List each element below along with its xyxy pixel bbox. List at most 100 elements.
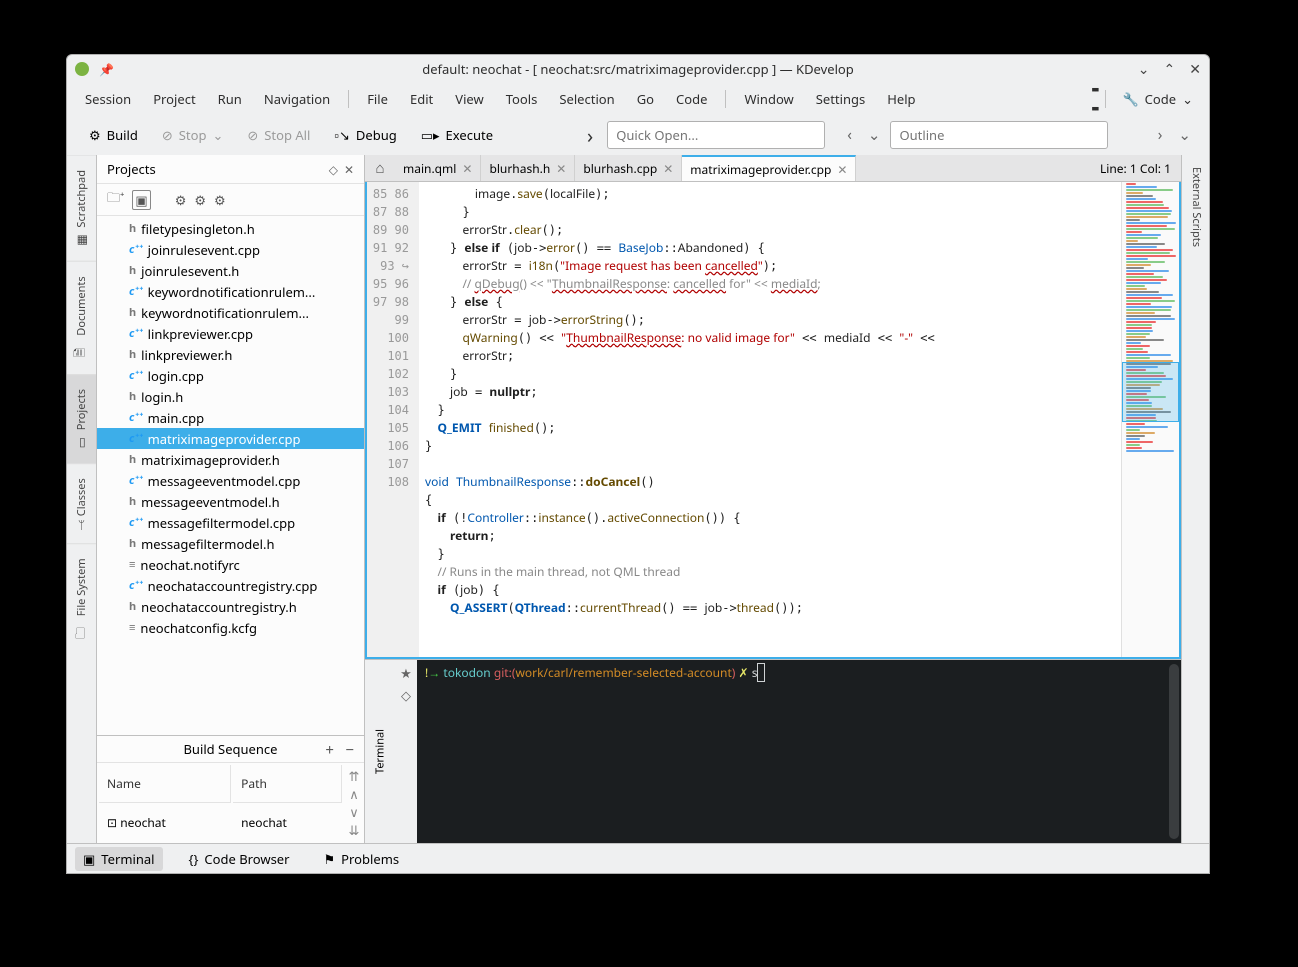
- tree-icon[interactable]: 🗀⁺: [107, 188, 124, 211]
- terminal-tab-label[interactable]: Terminal: [365, 660, 395, 843]
- panel-close-icon[interactable]: ✕: [344, 161, 354, 178]
- close-tab-icon[interactable]: ✕: [663, 160, 673, 177]
- minimap-viewport[interactable]: [1122, 362, 1179, 422]
- move-top-icon[interactable]: ⇈: [349, 767, 360, 785]
- menu-settings[interactable]: Settings: [806, 86, 875, 112]
- apps-icon[interactable]: ▪▪▪▪: [1092, 80, 1098, 118]
- tab-home-icon[interactable]: ⌂: [365, 155, 395, 181]
- file-row[interactable]: c⁺⁺neochataccountregistry.cpp: [97, 575, 364, 596]
- bottom-tab-terminal[interactable]: ▣Terminal: [75, 847, 163, 871]
- file-row[interactable]: c⁺⁺linkpreviewer.cpp: [97, 323, 364, 344]
- close-tab-icon[interactable]: ✕: [837, 161, 847, 178]
- file-row[interactable]: ≡neochatconfig.kcfg: [97, 617, 364, 638]
- code-mode-button[interactable]: 🔧 Code ⌄: [1114, 86, 1201, 112]
- menu-navigation[interactable]: Navigation: [254, 86, 340, 112]
- close-tab-icon[interactable]: ✕: [556, 160, 566, 177]
- build-button[interactable]: ⚙Build: [79, 122, 148, 148]
- move-up-icon[interactable]: ∧: [349, 785, 359, 803]
- file-row[interactable]: hmessagefiltermodel.h: [97, 533, 364, 554]
- cpp-file-icon: c⁺⁺: [129, 242, 143, 257]
- file-row[interactable]: hlogin.h: [97, 386, 364, 407]
- move-down-icon[interactable]: ∨: [349, 803, 359, 821]
- stop-button[interactable]: ⊘Stop ⌄: [152, 122, 234, 148]
- terminal[interactable]: !→ tokodon git:(work/carl/remember-selec…: [417, 660, 1181, 843]
- execute-button[interactable]: ▭▸Execute: [411, 122, 503, 148]
- menu-go[interactable]: Go: [627, 86, 664, 112]
- remove-button[interactable]: −: [345, 740, 354, 760]
- tab-projects[interactable]: ▭Projects: [67, 374, 96, 463]
- file-row[interactable]: hjoinrulesevent.h: [97, 260, 364, 281]
- file-row[interactable]: hfiletypesingleton.h: [97, 218, 364, 239]
- stop-all-button[interactable]: ⊘Stop All: [237, 122, 320, 148]
- collapse-icon[interactable]: ▣: [132, 190, 150, 210]
- menu-file[interactable]: File: [357, 86, 398, 112]
- editor-tab[interactable]: matriximageprovider.cpp✕: [682, 155, 856, 181]
- gear-icon[interactable]: ⚙: [214, 191, 226, 209]
- close-tab-icon[interactable]: ✕: [462, 160, 472, 177]
- table-row[interactable]: ⊡ neochatneochat: [99, 805, 342, 841]
- file-row[interactable]: c⁺⁺login.cpp: [97, 365, 364, 386]
- file-row[interactable]: c⁺⁺matriximageprovider.cpp: [97, 428, 364, 449]
- file-row[interactable]: hmessageeventmodel.h: [97, 491, 364, 512]
- pin-icon[interactable]: 📌: [99, 61, 114, 78]
- h-file-icon: h: [129, 536, 136, 551]
- build-seq-table: NamePath ⊡ neochatneochat: [97, 763, 344, 843]
- maximize-icon[interactable]: ⌃: [1164, 60, 1176, 79]
- tab-documents[interactable]: 🗎Documents: [67, 261, 96, 375]
- menu-session[interactable]: Session: [75, 86, 141, 112]
- menu-project[interactable]: Project: [143, 86, 205, 112]
- debug-button[interactable]: ▫↘Debug: [324, 122, 406, 148]
- file-row[interactable]: c⁺⁺messageeventmodel.cpp: [97, 470, 364, 491]
- next-button[interactable]: ⌄: [862, 123, 887, 147]
- editor-tab[interactable]: main.qml✕: [395, 155, 481, 181]
- file-row[interactable]: c⁺⁺main.cpp: [97, 407, 364, 428]
- terminal-scrollbar[interactable]: [1169, 664, 1179, 839]
- move-bottom-icon[interactable]: ⇊: [349, 821, 360, 839]
- menu-window[interactable]: Window: [734, 86, 803, 112]
- close-icon[interactable]: ✕: [1189, 60, 1201, 79]
- tab-scratchpad[interactable]: ▦Scratchpad: [67, 155, 96, 261]
- file-row[interactable]: hkeywordnotificationrulem...: [97, 302, 364, 323]
- file-tree[interactable]: hfiletypesingleton.hc⁺⁺joinrulesevent.cp…: [97, 216, 364, 735]
- h-file-icon: h: [129, 389, 136, 404]
- chevron-right-icon[interactable]: ›: [1152, 123, 1169, 147]
- add-button[interactable]: +: [325, 740, 334, 760]
- quick-open-input[interactable]: [607, 121, 825, 149]
- editor-tab[interactable]: blurhash.h✕: [481, 155, 575, 181]
- diamond-icon[interactable]: ◇: [329, 161, 338, 178]
- editor-tab[interactable]: blurhash.cpp✕: [575, 155, 682, 181]
- gear-icon[interactable]: ⚙: [175, 191, 187, 209]
- outline-input[interactable]: [890, 121, 1108, 149]
- file-row[interactable]: c⁺⁺messagefiltermodel.cpp: [97, 512, 364, 533]
- menu-selection[interactable]: Selection: [549, 86, 624, 112]
- col-name[interactable]: Name: [99, 765, 231, 803]
- chevron-right-icon[interactable]: ›: [577, 122, 603, 149]
- file-row[interactable]: c⁺⁺keywordnotificationrulem...: [97, 281, 364, 302]
- gear-icon[interactable]: ⚙: [194, 191, 206, 209]
- col-path[interactable]: Path: [233, 765, 342, 803]
- menu-tools[interactable]: Tools: [496, 86, 548, 112]
- code-editor[interactable]: 85 86 87 88 89 90 91 92 93 ↪ 95 96 97 98…: [365, 182, 1181, 659]
- code-content[interactable]: image.save(localFile); } errorStr.clear(…: [419, 182, 1121, 657]
- menu-run[interactable]: Run: [208, 86, 252, 112]
- tab-external-scripts[interactable]: External Scripts: [1182, 155, 1209, 259]
- file-row[interactable]: hlinkpreviewer.h: [97, 344, 364, 365]
- file-row[interactable]: hneochataccountregistry.h: [97, 596, 364, 617]
- diamond-icon[interactable]: ◇: [401, 686, 411, 704]
- tab-filesystem[interactable]: 🗀File System: [67, 543, 96, 655]
- bottom-tab-problems[interactable]: ⚑Problems: [316, 847, 408, 871]
- chevron-down-icon[interactable]: ⌄: [1172, 123, 1197, 147]
- file-row[interactable]: c⁺⁺joinrulesevent.cpp: [97, 239, 364, 260]
- file-row[interactable]: hmatriximageprovider.h: [97, 449, 364, 470]
- menu-view[interactable]: View: [445, 86, 493, 112]
- minimize-icon[interactable]: ⌄: [1138, 60, 1150, 79]
- prev-button[interactable]: ‹: [841, 123, 858, 147]
- menu-edit[interactable]: Edit: [400, 86, 443, 112]
- minimap[interactable]: [1121, 182, 1179, 657]
- file-row[interactable]: ≡neochat.notifyrc: [97, 554, 364, 575]
- bottom-tab-code-browser[interactable]: {}Code Browser: [181, 847, 298, 871]
- tab-classes[interactable]: ᛘClasses: [67, 463, 96, 542]
- menu-help[interactable]: Help: [877, 86, 925, 112]
- bookmark-icon[interactable]: ★: [400, 664, 412, 682]
- menu-code[interactable]: Code: [666, 86, 717, 112]
